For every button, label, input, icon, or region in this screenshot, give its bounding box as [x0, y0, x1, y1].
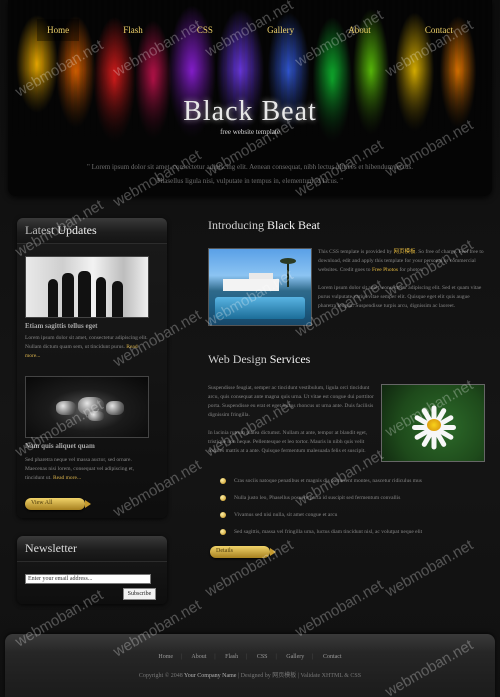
- list-item: Nulla justo leo, Phasellus posuere porta…: [220, 493, 480, 510]
- newsletter-heading: Newsletter: [17, 536, 167, 562]
- post-1-title[interactable]: Etiam sagittis tellus eget: [25, 322, 98, 330]
- services-heading: Web Design Services: [208, 352, 310, 367]
- heading-light: Latest: [25, 223, 58, 237]
- details-button[interactable]: Details: [210, 546, 276, 558]
- footer-link-about[interactable]: About: [191, 654, 206, 660]
- nav-about[interactable]: About: [338, 19, 381, 41]
- view-all-button[interactable]: View All: [25, 498, 91, 510]
- company-name[interactable]: Your Company Name: [184, 673, 236, 679]
- subscribe-button[interactable]: Subscribe: [123, 588, 156, 600]
- site-title: Black Beat: [183, 96, 317, 127]
- nav-home[interactable]: Home: [37, 19, 80, 41]
- intro-line-1: " Lorem ipsum dolor sit amet, consectetu…: [87, 163, 413, 171]
- footer: Home | About | Flash | CSS | Gallery | Contac…: [5, 634, 495, 697]
- intro-line-2: Phasellus ligula nisi, vulputate in temp…: [156, 177, 344, 185]
- nav-flash[interactable]: Flash: [113, 19, 153, 41]
- flower-photo: [381, 384, 485, 462]
- list-item: Sed sagittis, massa vel fringilla urna, …: [220, 527, 480, 544]
- post-2-read-more[interactable]: Read more...: [53, 475, 81, 481]
- email-input[interactable]: Enter your email address...: [25, 574, 151, 584]
- provider-link[interactable]: 网页模板: [393, 249, 415, 255]
- intro-heading-light: Introducing: [208, 218, 267, 232]
- post-2-title[interactable]: Nam quis aliquet quam: [25, 442, 95, 450]
- footer-nav: Home | About | Flash | CSS | Gallery | Contac…: [158, 654, 342, 660]
- footer-link-css[interactable]: CSS: [257, 654, 268, 660]
- footer-link-flash[interactable]: Flash: [225, 654, 238, 660]
- page: Home Flash CSS Gallery About Contact Bla…: [0, 0, 500, 697]
- header-intro: " Lorem ipsum dolor sit amet, consectetu…: [68, 160, 432, 188]
- list-item: Vivamus sed nisi nulla, sit amet congue …: [220, 510, 480, 527]
- post-1-text: Lorem ipsum dolor sit amet, consectetur …: [25, 334, 153, 361]
- header-banner: Home Flash CSS Gallery About Contact Bla…: [8, 0, 492, 196]
- p1-text-d: Lorem ipsum dolor sit amet, consectetur …: [318, 285, 482, 309]
- nav-gallery[interactable]: Gallery: [257, 19, 304, 41]
- services-text-1: Suspendisse feugiat, semper ac tincidunt…: [208, 385, 374, 418]
- footer-link-gallery[interactable]: Gallery: [286, 654, 304, 660]
- latest-updates-box: Latest Updates Etiam sagittis tellus ege…: [17, 218, 167, 518]
- services-list: Cras sociis natoque penatibus et magnis …: [220, 476, 480, 544]
- update-image-people[interactable]: [25, 256, 149, 318]
- intro-heading-bold: Black Beat: [267, 218, 320, 232]
- services-text-2: In lacinia rutrum platea dictumst. Nulla…: [208, 430, 368, 454]
- watermark: webmoban.net: [292, 576, 387, 641]
- watermark: webmoban.net: [382, 536, 477, 601]
- latest-updates-heading: Latest Updates: [17, 218, 167, 244]
- nav-css[interactable]: CSS: [187, 19, 223, 41]
- intro-paragraph: This CSS template is provided by 网页模板. S…: [318, 248, 488, 311]
- heading-bold: Updates: [57, 223, 97, 237]
- services-heading-bold: Services: [269, 352, 311, 366]
- copyright-prefix: Copyright © 2048: [138, 673, 185, 679]
- p1-text-c: for photos.: [398, 267, 424, 273]
- post-2-text: Sed pharetra neque vel massa auctor, sed…: [25, 456, 153, 483]
- newsletter-box: Newsletter Enter your email address... S…: [17, 536, 167, 604]
- sidebar: Latest Updates Etiam sagittis tellus ege…: [17, 218, 167, 604]
- resort-photo: [208, 248, 312, 326]
- list-item: Cras sociis natoque penatibus et magnis …: [220, 476, 480, 493]
- p1-text-a: This CSS template is provided by: [318, 249, 394, 255]
- site-subtitle: free website template: [220, 128, 280, 136]
- copyright-suffix: | Designed by 网页模板 | Validate XHTML & CS…: [236, 673, 362, 679]
- services-paragraph: Suspendisse feugiat, semper ac tincidunt…: [208, 384, 376, 456]
- footer-link-contact[interactable]: Contact: [323, 654, 342, 660]
- footer-link-home[interactable]: Home: [158, 654, 173, 660]
- copyright: Copyright © 2048 Your Company Name | Des…: [5, 670, 495, 679]
- nav-contact[interactable]: Contact: [415, 19, 463, 41]
- free-photos-link[interactable]: Free Photos: [372, 267, 398, 273]
- intro-heading: Introducing Black Beat: [208, 218, 488, 233]
- main-nav: Home Flash CSS Gallery About Contact: [8, 16, 492, 44]
- main-content: Introducing Black Beat This CSS template…: [208, 218, 488, 558]
- services-heading-light: Web Design: [208, 352, 270, 366]
- update-image-rocks[interactable]: [25, 376, 149, 438]
